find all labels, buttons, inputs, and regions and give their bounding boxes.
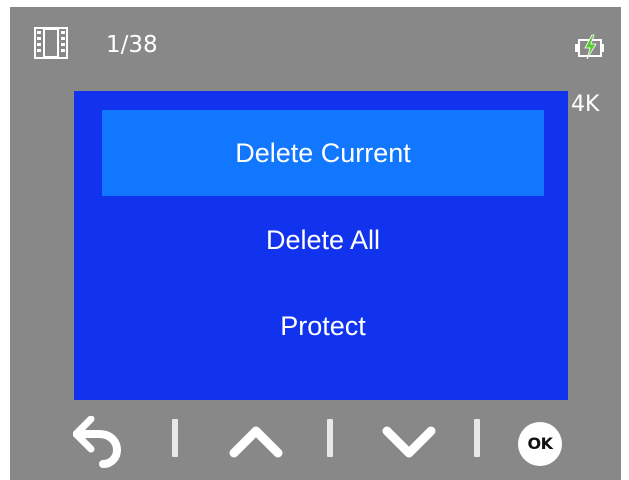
menu-item-delete-current[interactable]: Delete Current	[102, 110, 544, 196]
down-button[interactable]	[377, 407, 441, 480]
resolution-badge: 4K	[571, 92, 600, 117]
ok-button[interactable]: OK	[518, 421, 562, 466]
menu-item-protect[interactable]: Protect	[102, 283, 544, 369]
menu-item-delete-all[interactable]: Delete All	[102, 197, 544, 283]
button-divider	[474, 419, 480, 457]
battery-charging-icon	[575, 34, 605, 64]
up-button[interactable]	[224, 407, 288, 480]
camera-screen: 1/38 4K Delete Current Delete All Protec…	[10, 7, 621, 480]
button-divider	[327, 419, 333, 457]
menu-panel: Delete Current Delete All Protect	[74, 91, 568, 400]
film-strip-icon	[34, 27, 68, 63]
ok-label: OK	[527, 434, 554, 453]
ok-button-wrapper: OK	[514, 407, 566, 480]
status-bar: 1/38	[10, 7, 621, 67]
chevron-up-icon	[228, 425, 284, 463]
file-counter: 1/38	[106, 32, 158, 58]
back-arrow-icon	[72, 415, 123, 472]
button-divider	[172, 419, 178, 457]
button-bar: OK	[10, 407, 621, 480]
chevron-down-icon	[381, 425, 437, 463]
back-button[interactable]	[68, 407, 128, 480]
